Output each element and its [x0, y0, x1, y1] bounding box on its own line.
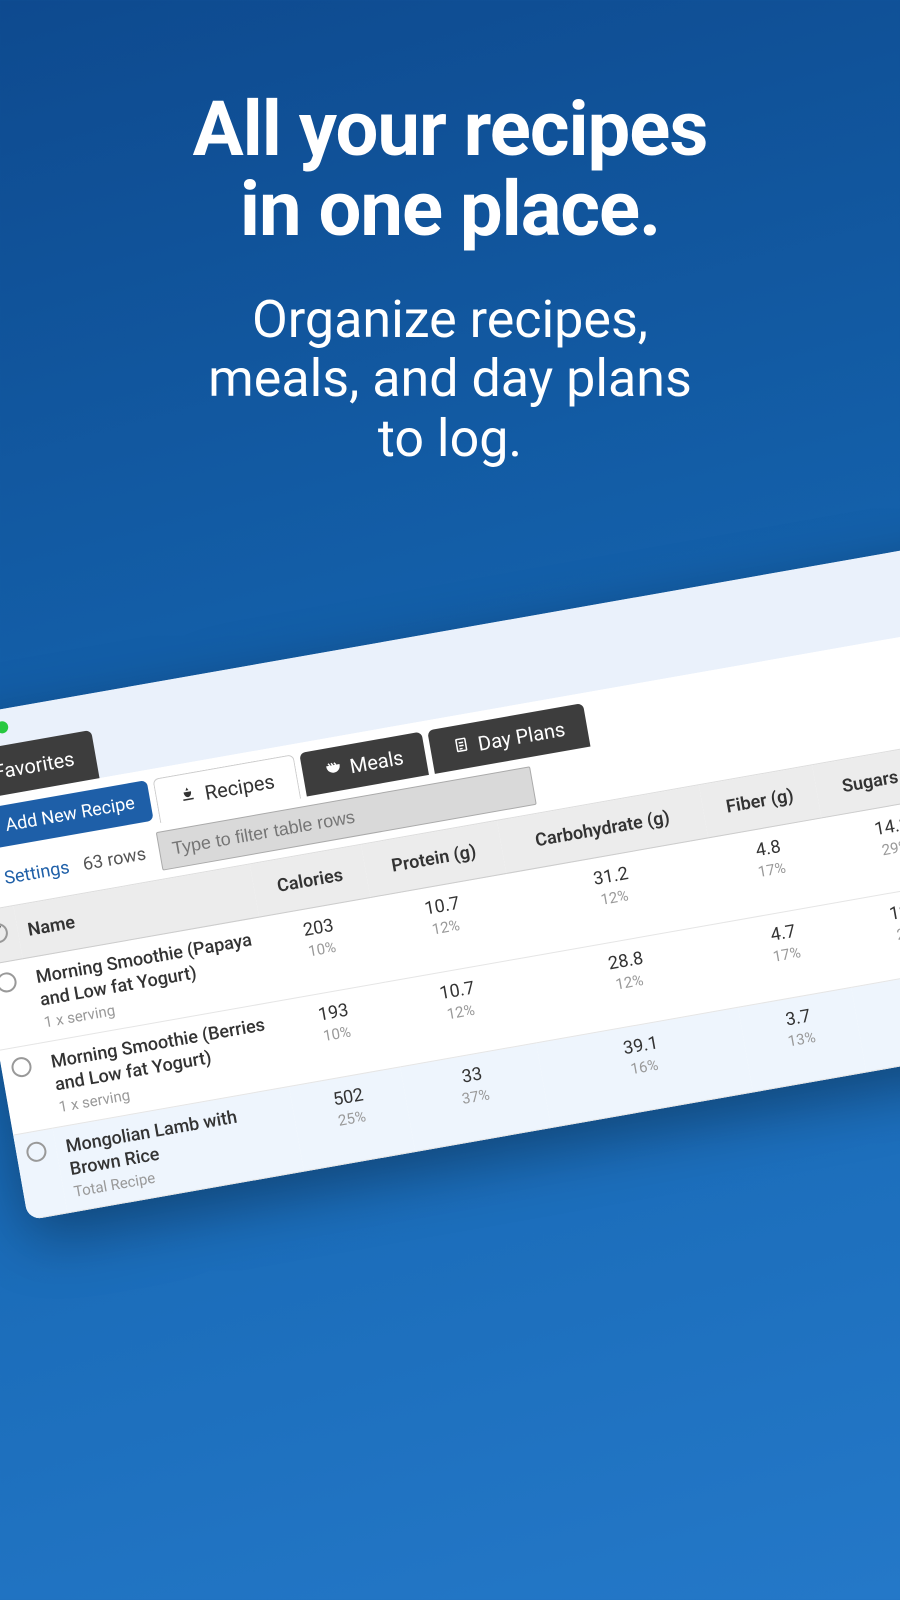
- hero: All your recipes in one place. Organize …: [0, 0, 900, 499]
- tab-dayplans-label: Day Plans: [476, 717, 567, 756]
- clipboard-icon: [450, 733, 472, 760]
- bowl-icon: [322, 756, 344, 783]
- mortar-pestle-icon: [177, 783, 199, 810]
- add-recipe-label: Add New Recipe: [4, 793, 137, 836]
- hero-title-line2: in one place.: [50, 170, 850, 250]
- row-checkbox[interactable]: [0, 971, 18, 994]
- hero-title: All your recipes in one place.: [50, 90, 850, 250]
- select-all-checkbox[interactable]: [0, 922, 9, 945]
- tab-favorites-label: Favorites: [0, 746, 76, 784]
- hero-title-line1: All your recipes: [50, 90, 850, 170]
- hero-sub-line3: to log.: [50, 409, 850, 469]
- settings-link[interactable]: Settings: [0, 857, 71, 893]
- cell: 50225%: [289, 1067, 415, 1171]
- app-window-mock: ♥ Favorites + Add New Recipe Recipes: [0, 520, 900, 1220]
- tab-meals-label: Meals: [348, 745, 405, 778]
- row-count: 63 rows: [81, 843, 147, 875]
- tab-recipes-label: Recipes: [203, 769, 277, 805]
- hero-sub-line1: Organize recipes,: [50, 290, 850, 350]
- window-zoom-icon[interactable]: [0, 720, 9, 734]
- settings-label: Settings: [3, 857, 71, 889]
- cell: 3.713%: [738, 987, 867, 1092]
- hero-subtitle: Organize recipes, meals, and day plans t…: [50, 290, 850, 469]
- row-checkbox[interactable]: [25, 1140, 48, 1163]
- row-checkbox[interactable]: [10, 1056, 33, 1079]
- hero-sub-line2: meals, and day plans: [50, 349, 850, 409]
- plus-icon: +: [0, 816, 1, 838]
- app-window: ♥ Favorites + Add New Recipe Recipes: [0, 520, 900, 1220]
